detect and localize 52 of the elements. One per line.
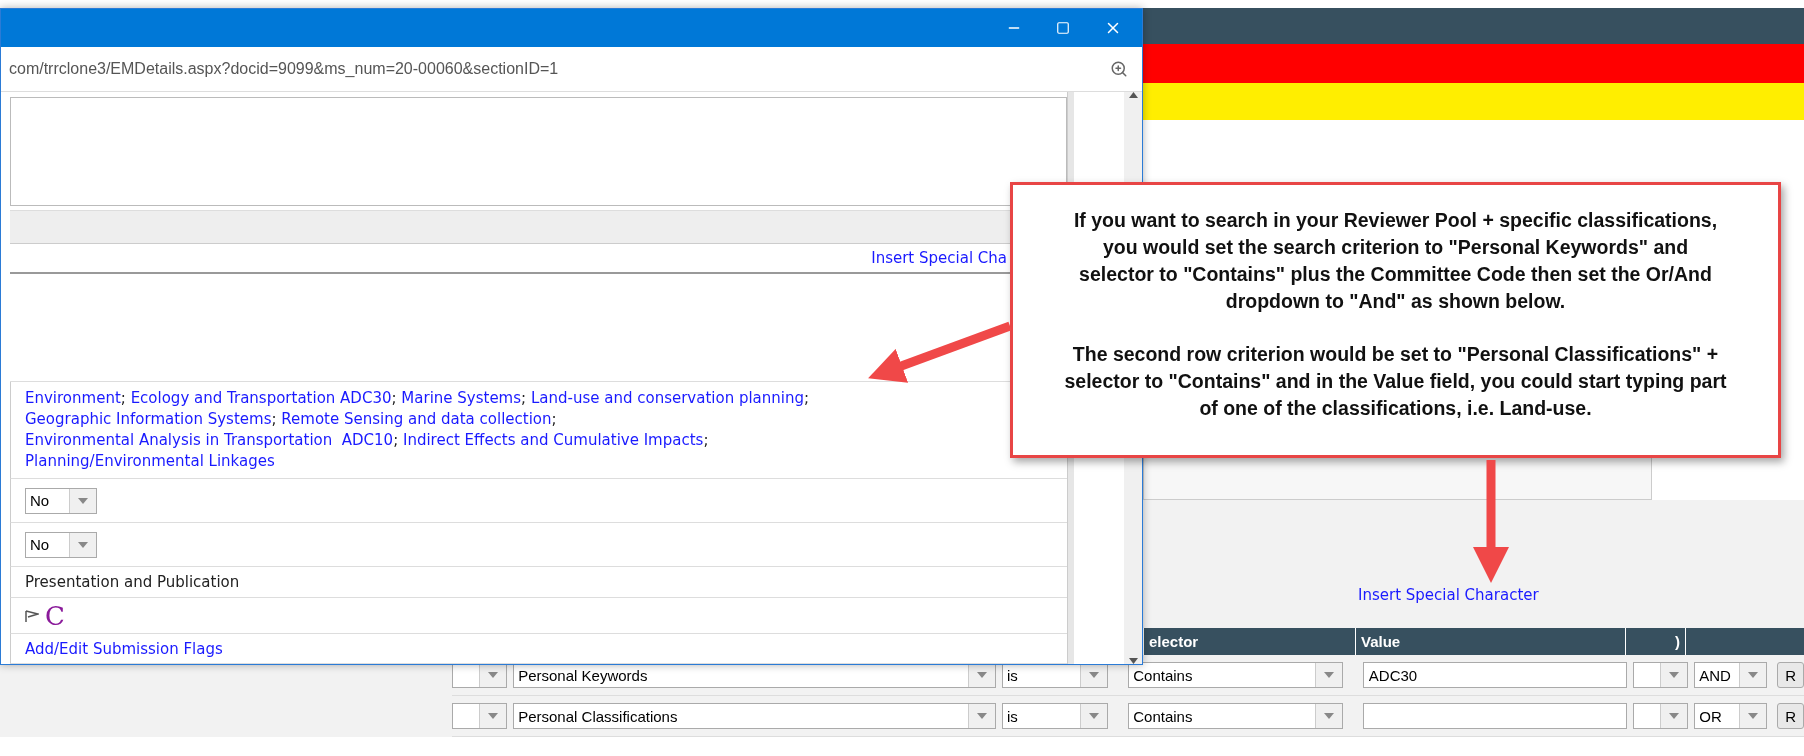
caret-icon xyxy=(1324,672,1334,678)
paren-dropdown[interactable] xyxy=(1633,703,1689,729)
caret-icon xyxy=(1324,713,1334,719)
text-area[interactable] xyxy=(10,97,1067,207)
classification-link[interactable]: Geographic Information Systems xyxy=(25,410,272,428)
zoom-icon[interactable] xyxy=(1110,60,1128,78)
classification-link[interactable]: Land-use and conservation planning xyxy=(530,389,804,407)
caret-icon xyxy=(1669,713,1680,719)
value-field[interactable] xyxy=(1362,703,1628,729)
caret-icon xyxy=(78,541,88,548)
flag-icon xyxy=(25,609,39,622)
paren-dropdown[interactable] xyxy=(1633,662,1689,688)
selector-dropdown[interactable]: Contains xyxy=(1128,703,1343,729)
caret-icon xyxy=(1089,672,1100,678)
scroll-up-icon[interactable] xyxy=(1128,92,1138,98)
classification-link[interactable]: Ecology and Transportation ADC30 xyxy=(130,389,392,407)
criterion-dropdown[interactable]: Personal Classifications xyxy=(513,703,996,729)
operator-dropdown[interactable]: is xyxy=(1001,703,1109,729)
caret-icon xyxy=(1748,672,1759,678)
row-button[interactable]: R xyxy=(1777,703,1804,729)
caret-icon xyxy=(1089,713,1100,719)
insert-special-character-link[interactable]: Insert Special Cha xyxy=(871,249,1007,268)
classification-link[interactable]: Marine Systems xyxy=(401,389,522,407)
selector-dropdown[interactable]: Contains xyxy=(1128,662,1343,688)
caret-icon xyxy=(488,713,499,719)
logic-dropdown[interactable]: OR xyxy=(1694,703,1768,729)
yes-no-dropdown[interactable]: No xyxy=(25,487,97,514)
classification-link[interactable]: Environment xyxy=(25,389,121,407)
caret-icon xyxy=(78,497,88,504)
caret-icon xyxy=(976,672,987,678)
yes-no-dropdown[interactable]: No xyxy=(25,531,97,558)
flag-letter: C xyxy=(45,600,65,631)
caret-icon xyxy=(488,672,499,678)
callout-text: The second row criterion would be set to "Personal Classifications" + selector to "Contains" and in the Value field, you could start typing part of one of the classifications, i.e. Land-use. xyxy=(1063,342,1728,421)
logic-dropdown[interactable]: AND xyxy=(1694,662,1768,688)
scroll-down-icon[interactable] xyxy=(1128,658,1138,664)
address-url: com/trrclone3/EMDetails.aspx?docid=9099&ms_num=20-00060&sectionID=1 xyxy=(9,60,559,78)
paren-dropdown[interactable] xyxy=(452,703,508,729)
callout-text: If you want to search in your Reviewer Pool + specific classifications, you would set the search criterion to "Personal Keywords" and selector to "Contains" plus the Committee Code then set the Or/And dropdown to "And" as shown below. xyxy=(1072,208,1719,314)
row-button[interactable]: R xyxy=(1777,662,1804,688)
caret-icon xyxy=(976,713,987,719)
classification-link[interactable]: Indirect Effects and Cumulative Impacts xyxy=(403,431,704,449)
classification-link[interactable]: Planning/Environmental Linkages xyxy=(25,452,275,470)
section-label: Presentation and Publication xyxy=(25,573,241,591)
caret-icon xyxy=(1748,713,1759,719)
maximize-icon[interactable] xyxy=(1056,21,1070,35)
classification-link[interactable]: Environmental Analysis in Transportation ADC10 xyxy=(25,431,394,449)
value-field[interactable]: ADC30 xyxy=(1362,662,1628,688)
submission-flags-link[interactable]: Add/Edit Submission Flags xyxy=(25,640,223,658)
insert-special-character-link[interactable]: Insert Special Character xyxy=(1358,586,1539,604)
caret-icon xyxy=(1669,672,1680,678)
classification-link[interactable]: Remote Sensing and data collection xyxy=(281,410,552,428)
